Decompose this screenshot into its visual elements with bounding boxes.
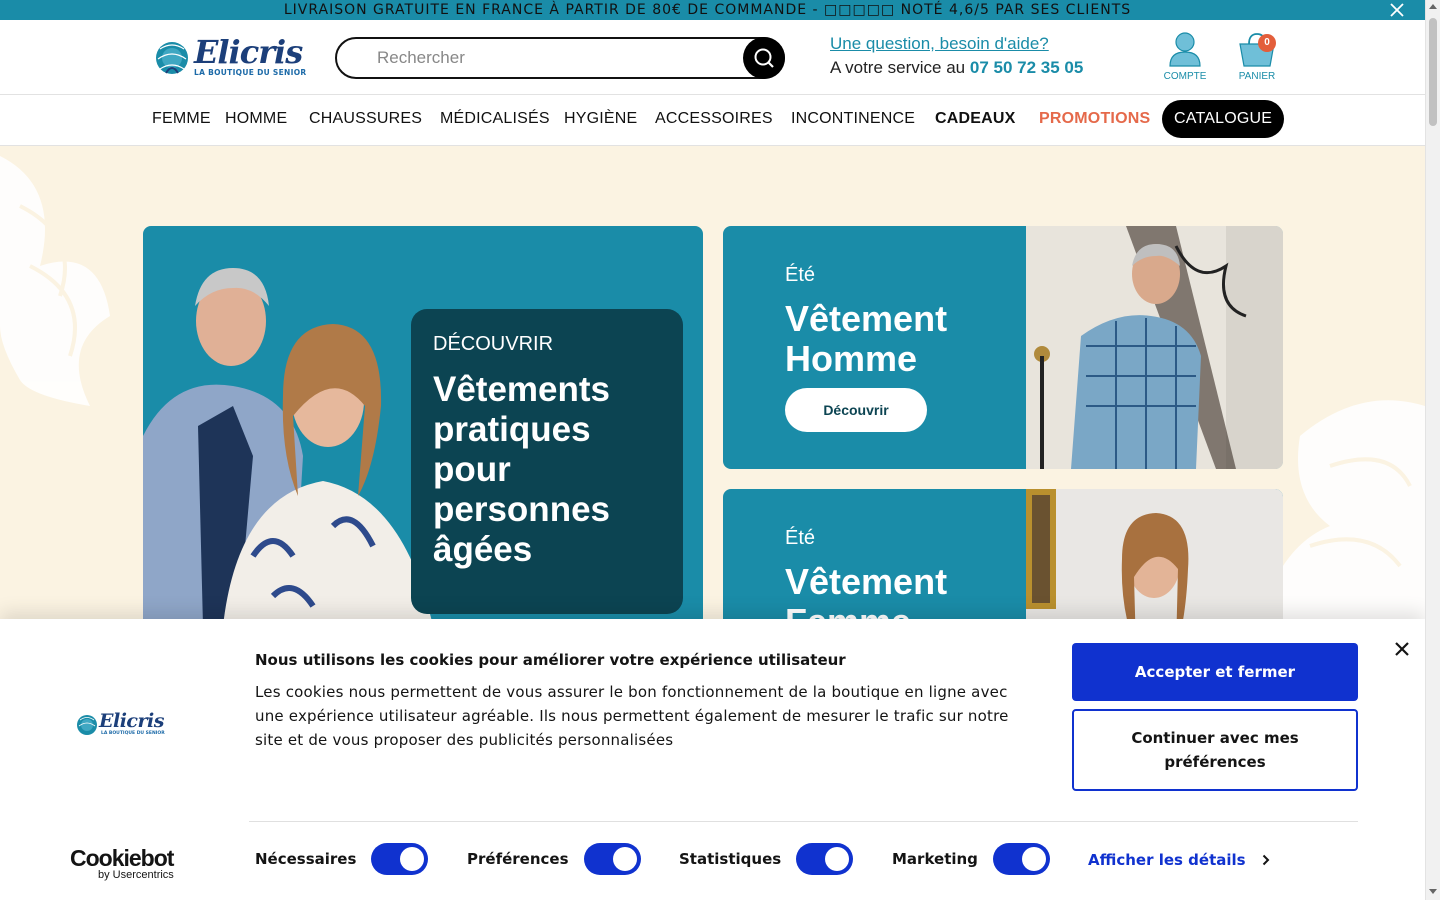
decouvrir-button[interactable]: Découvrir	[785, 388, 927, 432]
switch-knob	[1021, 847, 1046, 871]
nav-item-homme[interactable]: HOMME	[225, 110, 287, 128]
main-nav: FEMME HOMME CHAUSSURES MÉDICALISÉS HYGIÈ…	[0, 95, 1425, 146]
search-button[interactable]	[743, 37, 785, 79]
help-block: Une question, besoin d'aide? A votre ser…	[830, 34, 1083, 78]
preferences-switch[interactable]	[583, 843, 641, 875]
site-header: Elicris LA BOUTIQUE DU SENIOR Une questi…	[0, 20, 1425, 95]
toggle-label-statistiques: Statistiques	[679, 850, 782, 868]
nav-item-catalogue[interactable]: CATALOGUE	[1162, 100, 1285, 138]
marketing-switch[interactable]	[992, 843, 1050, 875]
switch-knob	[612, 847, 637, 871]
account-button[interactable]: COMPTE	[1160, 30, 1210, 82]
switch-knob	[825, 847, 850, 871]
nav-item-chaussures[interactable]: CHAUSSURES	[309, 110, 422, 128]
hero-main-title: Vêtements pratiques pour personnes âgées	[433, 370, 611, 569]
cart-label: PANIER	[1238, 71, 1276, 82]
account-label: COMPTE	[1163, 71, 1207, 82]
cookie-banner: Elicris LA BOUTIQUE DU SENIOR Nous utili…	[0, 619, 1425, 900]
nav-item-accessoires[interactable]: ACCESSOIRES	[655, 110, 773, 128]
nav-item-promotions[interactable]: PROMOTIONS	[1039, 110, 1150, 128]
cookie-logo-wordmark: Elicris	[99, 710, 164, 732]
cookiebot-brand: Cookiebot	[70, 845, 174, 871]
homme-photo	[1026, 226, 1283, 469]
cookiebot-sub: by Usercentrics	[98, 869, 174, 881]
accept-cookies-button[interactable]: Accepter et fermer	[1072, 643, 1358, 701]
show-details-link[interactable]: Afficher les détails	[1088, 851, 1270, 869]
hero-card-homme[interactable]: Été Vêtement Homme Découvrir	[723, 226, 1283, 469]
site-logo[interactable]: Elicris LA BOUTIQUE DU SENIOR	[152, 33, 307, 79]
phone-number[interactable]: 07 50 72 35 05	[970, 58, 1083, 77]
scroll-up-arrow-icon[interactable]	[1429, 4, 1437, 9]
announcement-bar: LIVRAISON GRATUITE EN FRANCE À PARTIR DE…	[0, 0, 1425, 20]
search-icon	[754, 48, 774, 68]
toggle-preferences: Préférences	[467, 843, 641, 875]
card-femme-title: Vêtement Femme	[785, 561, 948, 621]
hero-main-eyebrow: DÉCOUVRIR	[433, 333, 554, 355]
cart-count-badge: 0	[1258, 34, 1276, 52]
hero-section: DÉCOUVRIR Vêtements pratiques pour perso…	[0, 146, 1425, 620]
hero-main-textbox: DÉCOUVRIR Vêtements pratiques pour perso…	[411, 309, 683, 614]
toggle-statistiques: Statistiques	[679, 843, 854, 875]
cart-button[interactable]: 0 PANIER	[1234, 30, 1280, 82]
chevron-right-icon	[1262, 854, 1270, 866]
card-homme-title: Vêtement Homme	[785, 298, 948, 379]
nav-item-incontinence[interactable]: INCONTINENCE	[791, 110, 915, 128]
user-icon	[1169, 32, 1201, 67]
toggle-necessaires: Nécessaires	[255, 843, 429, 875]
search-input[interactable]	[377, 47, 727, 69]
logo-flower-icon	[156, 42, 188, 74]
hero-card-femme[interactable]: Été Vêtement Femme	[723, 489, 1283, 620]
nav-item-hygiene[interactable]: HYGIÈNE	[564, 110, 637, 128]
toggle-marketing: Marketing	[892, 843, 1050, 875]
scrollbar-thumb[interactable]	[1429, 18, 1437, 126]
toggle-label-necessaires: Nécessaires	[255, 850, 357, 868]
show-details-label: Afficher les détails	[1088, 851, 1246, 869]
cookie-heading: Nous utilisons les cookies pour améliore…	[255, 651, 846, 669]
nav-item-cadeaux[interactable]: CADEAUX	[935, 110, 1016, 128]
card-homme-eyebrow: Été	[785, 264, 816, 286]
logo-tagline: LA BOUTIQUE DU SENIOR	[194, 68, 307, 77]
cookie-divider	[249, 821, 1358, 822]
card-femme-eyebrow: Été	[785, 527, 816, 549]
logo-flower-icon	[77, 715, 97, 735]
service-prefix: A votre service au	[830, 58, 966, 77]
toggle-label-preferences: Préférences	[467, 850, 569, 868]
femme-photo	[1026, 489, 1283, 620]
announcement-text: LIVRAISON GRATUITE EN FRANCE À PARTIR DE…	[283, 2, 1132, 18]
cookie-close-icon[interactable]	[1392, 639, 1412, 659]
hero-main-card[interactable]: DÉCOUVRIR Vêtements pratiques pour perso…	[143, 226, 703, 620]
service-line: A votre service au 07 50 72 35 05	[830, 58, 1083, 77]
necessaires-switch[interactable]	[371, 843, 429, 875]
switch-knob	[400, 847, 425, 871]
scroll-down-arrow-icon[interactable]	[1429, 889, 1437, 894]
help-link[interactable]: Une question, besoin d'aide?	[830, 34, 1083, 54]
logo-wordmark: Elicris	[194, 33, 303, 71]
cookie-body: Les cookies nous permettent de vous assu…	[255, 683, 1009, 749]
statistiques-switch[interactable]	[796, 843, 854, 875]
search-bar	[335, 37, 785, 79]
hero-couple-photo	[143, 268, 432, 620]
cookiebot-logo: Cookiebot by Usercentrics	[70, 845, 190, 885]
close-icon[interactable]	[1387, 0, 1407, 20]
nav-item-femme[interactable]: FEMME	[152, 110, 211, 128]
cookie-logo-tagline: LA BOUTIQUE DU SENIOR	[101, 731, 165, 736]
page-scrollbar[interactable]	[1425, 0, 1440, 900]
toggle-label-marketing: Marketing	[892, 850, 978, 868]
cookie-site-logo: Elicris LA BOUTIQUE DU SENIOR	[75, 710, 185, 741]
continue-preferences-button[interactable]: Continuer avec mes préférences	[1072, 709, 1358, 791]
nav-item-medicalises[interactable]: MÉDICALISÉS	[440, 110, 550, 128]
